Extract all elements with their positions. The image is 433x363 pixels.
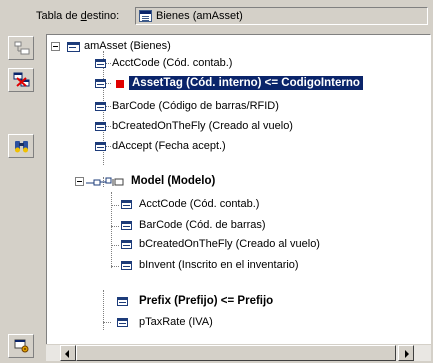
target-table-bar: Tabla de destino: Bienes (amAsset): [0, 0, 433, 34]
find-button[interactable]: [8, 134, 34, 158]
tree-field-node[interactable]: AcctCode (Cód. contab.): [91, 55, 391, 73]
field-icon: [117, 318, 128, 327]
tree-node-label: AcctCode (Cód. contab.): [139, 198, 260, 210]
tree-field-node[interactable]: BarCode (Código de barras/RFID): [91, 98, 391, 116]
tree-link-node-model[interactable]: Model (Modelo): [75, 173, 395, 191]
link-icon: [86, 177, 124, 186]
field-icon: [95, 59, 106, 68]
scroll-left-button[interactable]: [60, 345, 76, 361]
tree-connector: [103, 290, 104, 330]
tree-node-label: amAsset (Bienes): [84, 40, 171, 52]
tree-field-node[interactable]: bInvent (Inscrito en el inventario): [117, 257, 417, 275]
field-icon: [95, 122, 106, 131]
tree-node-label: AssetTag (Cód. interno) <= CodigoInterno: [129, 76, 363, 90]
field-icon: [121, 221, 132, 230]
tree-node-label: BarCode (Cód. de barras): [139, 219, 266, 231]
target-table-value: Bienes (amAsset): [156, 10, 243, 22]
field-icon: [121, 240, 132, 249]
tree-node-label: AcctCode (Cód. contab.): [112, 57, 233, 69]
collapse-icon[interactable]: [51, 42, 60, 51]
bottom-tool-button[interactable]: [8, 334, 34, 358]
field-icon: [95, 79, 106, 88]
tree-field-node[interactable]: pTaxRate (IVA): [109, 314, 409, 332]
tree-field-node[interactable]: AcctCode (Cód. contab.): [117, 196, 417, 214]
tree-field-node[interactable]: bCreatedOnTheFly (Creado al vuelo): [91, 118, 391, 136]
remove-icon: [13, 72, 30, 87]
tree-link-node-prefix[interactable]: Prefix (Prefijo) <= Prefijo: [109, 293, 409, 311]
tree-node-label: pTaxRate (IVA): [139, 316, 213, 328]
left-toolbar: [0, 34, 44, 363]
target-table-field[interactable]: Bienes (amAsset): [135, 7, 428, 25]
tree-field-node[interactable]: BarCode (Cód. de barras): [117, 217, 417, 235]
tree-node-label: bCreatedOnTheFly (Creado al vuelo): [112, 120, 293, 132]
field-icon: [95, 102, 106, 111]
table-icon: [139, 10, 152, 22]
horizontal-scrollbar[interactable]: [46, 344, 431, 361]
binoculars-icon: [15, 141, 28, 153]
arrow-left-icon: [65, 350, 69, 358]
tree-node-label: Prefix (Prefijo) <= Prefijo: [139, 295, 274, 307]
mapped-marker-icon: [116, 80, 124, 88]
field-icon: [95, 142, 106, 151]
tree-icon: [14, 41, 30, 55]
tree-node-label: dAccept (Fecha acept.): [112, 140, 226, 152]
tree-node-label: Model (Modelo): [131, 175, 216, 187]
tree-field-node[interactable]: bCreatedOnTheFly (Creado al vuelo): [117, 236, 417, 254]
field-icon: [121, 261, 132, 270]
scroll-right-button[interactable]: [398, 345, 414, 361]
tree-root-node[interactable]: amAsset (Bienes): [51, 38, 351, 56]
tree-view-button[interactable]: [8, 36, 34, 60]
collapse-icon[interactable]: [75, 177, 84, 186]
tree-field-node-selected[interactable]: AssetTag (Cód. interno) <= CodigoInterno: [91, 75, 430, 93]
remove-link-button[interactable]: [8, 68, 34, 92]
field-icon: [121, 200, 132, 209]
tool-icon: [14, 339, 29, 353]
tree-connector: [111, 192, 112, 268]
arrow-right-icon: [405, 350, 409, 358]
tree-field-node[interactable]: dAccept (Fecha acept.): [91, 138, 391, 156]
target-table-label: Tabla de destino:: [36, 10, 120, 22]
scroll-thumb[interactable]: [76, 345, 396, 361]
field-icon: [117, 297, 128, 306]
table-icon: [67, 42, 80, 52]
tree-node-label: bCreatedOnTheFly (Creado al vuelo): [139, 238, 320, 250]
mapping-tree[interactable]: amAsset (Bienes) AcctCode (Cód. contab.)…: [46, 34, 431, 361]
tree-node-label: bInvent (Inscrito en el inventario): [139, 259, 299, 271]
tree-node-label: BarCode (Código de barras/RFID): [112, 100, 279, 112]
